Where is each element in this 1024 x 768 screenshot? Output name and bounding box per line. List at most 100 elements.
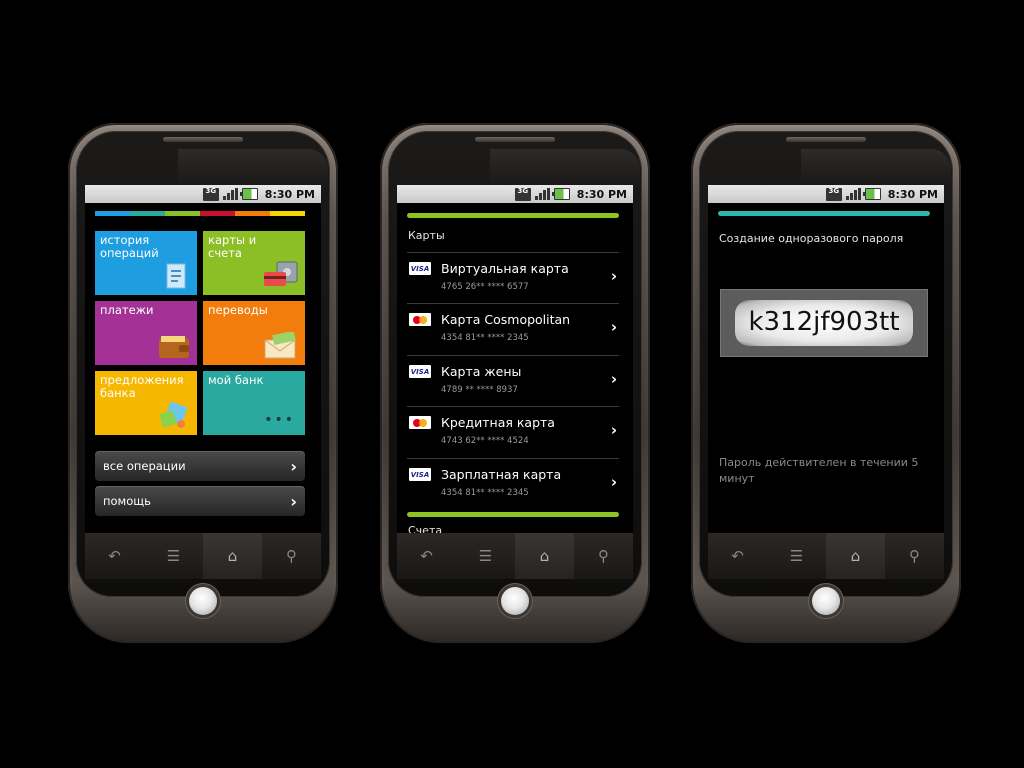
card-item[interactable]: VISA Карта жены 4789 ** **** 8937 › bbox=[407, 355, 619, 405]
wallet-icon bbox=[159, 336, 189, 358]
android-navbar: ↶ ☰ ⌂ ⚲ bbox=[708, 533, 944, 579]
card-number: 4789 ** **** 8937 bbox=[441, 385, 518, 395]
section-title-cards: Карты bbox=[408, 229, 445, 242]
tile-my-bank[interactable]: мой банк ••• bbox=[203, 371, 305, 435]
card-name: Карта жены bbox=[441, 364, 522, 379]
button-label: помощь bbox=[103, 494, 151, 508]
help-button[interactable]: помощь › bbox=[95, 486, 305, 516]
tile-label: предложения банка bbox=[100, 373, 184, 400]
rainbow-accent-bar bbox=[95, 211, 305, 216]
status-bar: 3G 8:30 PM bbox=[397, 185, 633, 203]
tile-operations-history[interactable]: история операций bbox=[95, 231, 197, 295]
battery-icon bbox=[862, 188, 881, 200]
status-bar: 3G 8:30 PM bbox=[85, 185, 321, 203]
mastercard-circles bbox=[413, 315, 427, 324]
earpiece-speaker bbox=[475, 137, 555, 142]
document-icon bbox=[166, 263, 186, 289]
screen-one-time-password: 3G 8:30 PM Создание одноразового пароля … bbox=[708, 185, 944, 533]
screen-gloss bbox=[801, 149, 951, 185]
card-number: 4765 26** **** 6577 bbox=[441, 282, 529, 292]
card-item[interactable]: VISA Зарплатная карта 4354 81** **** 234… bbox=[407, 458, 619, 508]
phone-1: 3G 8:30 PM история операций карты и счет… bbox=[68, 123, 338, 643]
mastercard-circles bbox=[413, 418, 427, 427]
screen-gloss bbox=[490, 149, 640, 185]
battery-icon bbox=[551, 188, 570, 200]
home-icon[interactable]: ⌂ bbox=[826, 533, 885, 579]
android-navbar: ↶ ☰ ⌂ ⚲ bbox=[397, 533, 633, 579]
card-item[interactable]: VISA Виртуальная карта 4765 26** **** 65… bbox=[407, 252, 619, 302]
back-icon[interactable]: ↶ bbox=[397, 533, 456, 579]
home-icon[interactable]: ⌂ bbox=[515, 533, 574, 579]
card-number: 4743 62** **** 4524 bbox=[441, 436, 529, 446]
card-name: Карта Cosmopolitan bbox=[441, 312, 571, 327]
search-icon[interactable]: ⚲ bbox=[574, 533, 633, 579]
home-icon[interactable]: ⌂ bbox=[203, 533, 262, 579]
status-time: 8:30 PM bbox=[887, 187, 938, 201]
screen-gloss bbox=[178, 149, 328, 185]
status-time: 8:30 PM bbox=[576, 187, 627, 201]
password-display: k312jf903tt bbox=[720, 289, 928, 357]
password-validity-note: Пароль действителен в течении 5 минут bbox=[719, 456, 919, 485]
menu-icon[interactable]: ☰ bbox=[144, 533, 203, 579]
chevron-right-icon: › bbox=[290, 456, 297, 476]
card-item[interactable]: Карта Cosmopolitan 4354 81** **** 2345 › bbox=[407, 303, 619, 353]
page-title: Создание одноразового пароля bbox=[719, 232, 904, 245]
tile-label: карты и счета bbox=[208, 233, 257, 260]
signal-icon bbox=[222, 188, 238, 200]
android-navbar: ↶ ☰ ⌂ ⚲ bbox=[85, 533, 321, 579]
menu-icon[interactable]: ☰ bbox=[456, 533, 515, 579]
trackball-button[interactable] bbox=[189, 587, 217, 615]
chevron-right-icon: › bbox=[290, 491, 297, 511]
menu-icon[interactable]: ☰ bbox=[767, 533, 826, 579]
earpiece-speaker bbox=[163, 137, 243, 142]
chevron-right-icon: › bbox=[610, 267, 617, 285]
status-bar: 3G 8:30 PM bbox=[708, 185, 944, 203]
card-name: Виртуальная карта bbox=[441, 261, 569, 276]
tile-label: платежи bbox=[100, 303, 154, 317]
chevron-right-icon: › bbox=[610, 473, 617, 491]
tile-label: мой банк bbox=[208, 373, 264, 387]
cards-safe-icon bbox=[264, 261, 298, 286]
section-title-accounts: Счета bbox=[408, 524, 443, 533]
signal-icon bbox=[534, 188, 550, 200]
chevron-right-icon: › bbox=[610, 370, 617, 388]
search-icon[interactable]: ⚲ bbox=[262, 533, 321, 579]
trackball-button[interactable] bbox=[812, 587, 840, 615]
chevron-right-icon: › bbox=[610, 421, 617, 439]
tile-cards-accounts[interactable]: карты и счета bbox=[203, 231, 305, 295]
visa-logo-icon: VISA bbox=[409, 262, 431, 275]
mastercard-logo-icon bbox=[409, 416, 431, 429]
green-accent-bar bbox=[407, 213, 619, 218]
earpiece-speaker bbox=[786, 137, 866, 142]
card-number: 4354 81** **** 2345 bbox=[441, 488, 529, 498]
back-icon[interactable]: ↶ bbox=[85, 533, 144, 579]
tile-payments[interactable]: платежи bbox=[95, 301, 197, 365]
phone-3: 3G 8:30 PM Создание одноразового пароля … bbox=[691, 123, 961, 643]
one-time-password: k312jf903tt bbox=[748, 307, 900, 337]
network-3g-icon: 3G bbox=[825, 187, 842, 201]
tile-transfers[interactable]: переводы bbox=[203, 301, 305, 365]
all-operations-button[interactable]: все операции › bbox=[95, 451, 305, 481]
more-dots-icon: ••• bbox=[264, 412, 295, 428]
card-name: Зарплатная карта bbox=[441, 467, 562, 482]
back-icon[interactable]: ↶ bbox=[708, 533, 767, 579]
tile-label: переводы bbox=[208, 303, 268, 317]
card-item[interactable]: Кредитная карта 4743 62** **** 4524 › bbox=[407, 406, 619, 456]
visa-logo-icon: VISA bbox=[409, 468, 431, 481]
screen-main-menu: 3G 8:30 PM история операций карты и счет… bbox=[85, 185, 321, 533]
status-time: 8:30 PM bbox=[264, 187, 315, 201]
tile-bank-offers[interactable]: предложения банка bbox=[95, 371, 197, 435]
phone-2: 3G 8:30 PM Карты VISA Виртуальная карта … bbox=[380, 123, 650, 643]
network-3g-icon: 3G bbox=[202, 187, 219, 201]
screen-cards-list: 3G 8:30 PM Карты VISA Виртуальная карта … bbox=[397, 185, 633, 533]
envelope-money-icon bbox=[264, 332, 296, 359]
visa-logo-text: VISA bbox=[410, 264, 430, 273]
teal-accent-bar bbox=[718, 211, 930, 216]
visa-logo-text: VISA bbox=[410, 367, 430, 376]
tile-label: история операций bbox=[100, 233, 159, 260]
button-label: все операции bbox=[103, 459, 186, 473]
trackball-button[interactable] bbox=[501, 587, 529, 615]
signal-icon bbox=[845, 188, 861, 200]
search-icon[interactable]: ⚲ bbox=[885, 533, 944, 579]
card-number: 4354 81** **** 2345 bbox=[441, 333, 529, 343]
